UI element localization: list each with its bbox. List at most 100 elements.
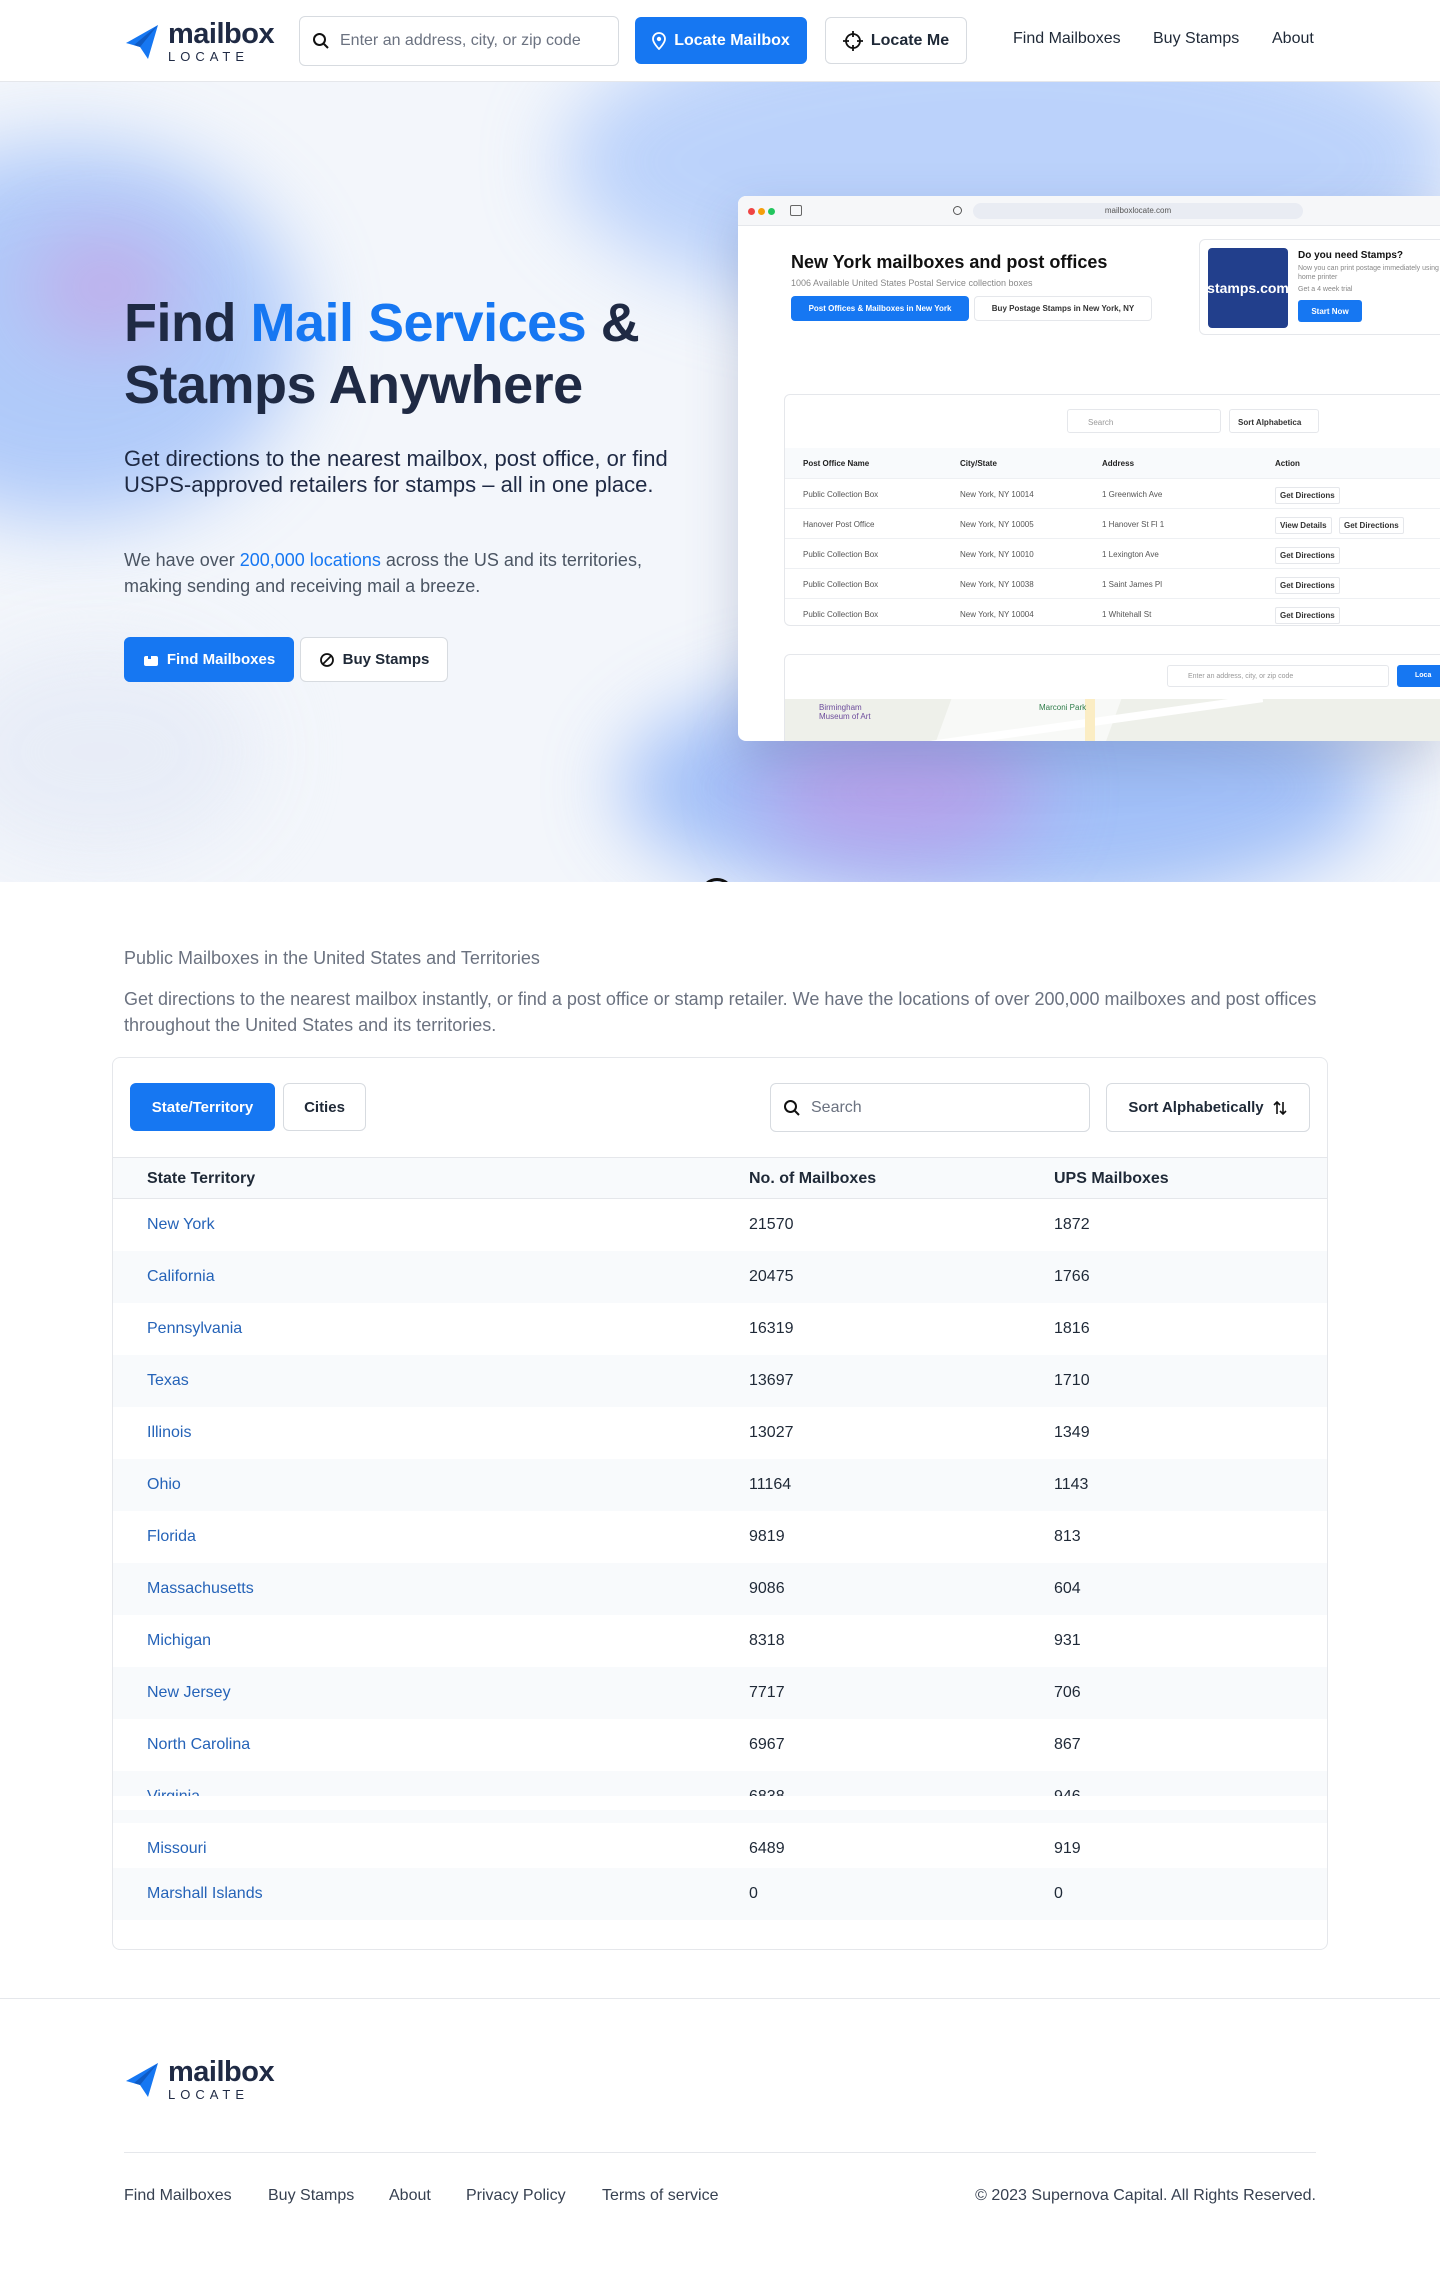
tab-cities[interactable]: Cities (283, 1083, 366, 1131)
hero-find-mailboxes-button[interactable]: Find Mailboxes (124, 637, 294, 682)
state-name[interactable]: Michigan (147, 1632, 211, 1650)
table-search-input[interactable] (811, 1098, 1071, 1117)
section-description: Get directions to the nearest mailbox in… (124, 989, 1317, 1035)
stamp-icon (319, 652, 334, 667)
mock-cell-name: Public Collection Box (803, 580, 879, 589)
mock-promo-title: Do you need Stamps? (1298, 250, 1404, 261)
table-row[interactable]: Texas 13697 1710 (113, 1355, 1327, 1407)
footer-link-privacy[interactable]: Privacy Policy (466, 2187, 566, 2205)
state-name[interactable]: Ohio (147, 1476, 181, 1494)
sort-label: Sort Alphabetically (1128, 1099, 1264, 1116)
mock-subtitle: 1006 Available United States Postal Serv… (791, 278, 1033, 288)
mailbox-count: 13697 (749, 1372, 794, 1389)
ups-count: 867 (1054, 1736, 1081, 1753)
mock-cell-address: 1 Lexington Ave (1102, 550, 1159, 559)
mock-action-button: View Details (1275, 517, 1332, 534)
mock-promo-text: Now you can print postage immediately us… (1298, 265, 1440, 281)
footer-link-find-mailboxes[interactable]: Find Mailboxes (124, 2187, 232, 2205)
copyright: © 2023 Supernova Capital. All Rights Res… (975, 2187, 1316, 2204)
state-name[interactable]: Pennsylvania (147, 1320, 242, 1338)
locate-mailbox-button[interactable]: Locate Mailbox (635, 17, 807, 64)
state-name[interactable]: Massachusetts (147, 1580, 254, 1598)
ups-count: 1816 (1054, 1320, 1090, 1337)
locations-link[interactable]: 200,000 locations (240, 550, 381, 570)
nav-search-input[interactable] (340, 32, 600, 50)
nav-link-about[interactable]: About (1272, 30, 1314, 48)
mock-cell-city: New York, NY 10010 (960, 550, 1034, 559)
mailbox-count: 9819 (749, 1528, 785, 1545)
locate-me-button[interactable]: Locate Me (825, 17, 967, 64)
ups-count: 813 (1054, 1528, 1081, 1545)
mock-table-header: Post Office Name City/State Address Acti… (785, 448, 1440, 478)
ups-count: 706 (1054, 1684, 1081, 1701)
mailbox-count: 21570 (749, 1216, 794, 1233)
search-icon (784, 1099, 800, 1116)
section-label: Public Mailboxes in the United States an… (124, 948, 540, 968)
mailbox-count: 16319 (749, 1320, 794, 1337)
state-name[interactable]: Florida (147, 1528, 196, 1546)
search-icon (313, 33, 329, 49)
logo-text-bottom: LOCATE (168, 2087, 250, 2102)
table-row[interactable]: Michigan 8318 931 (113, 1615, 1327, 1667)
mock-cell-address: 1 Saint James Pl (1102, 580, 1163, 589)
mock-table-row: Public Collection Box New York, NY 10038 1… (785, 568, 1440, 598)
table-row[interactable]: North Carolina 6967 867 (113, 1719, 1327, 1771)
hero-buy-stamps-button[interactable]: Buy Stamps (300, 637, 448, 682)
browser-url: mailboxlocate.com (973, 203, 1303, 219)
table-row[interactable]: California 20475 1766 (113, 1251, 1327, 1303)
state-name[interactable]: Texas (147, 1372, 189, 1390)
app-preview-screenshot: mailboxlocate.com New York mailboxes and… (738, 196, 1440, 741)
footer-link-terms[interactable]: Terms of service (602, 2187, 718, 2205)
table-gap (113, 1796, 1327, 1810)
mock-cell-name: Public Collection Box (803, 490, 879, 499)
ups-count: 1143 (1054, 1476, 1089, 1493)
mock-cell-address: 1 Hanover St Fl 1 (1102, 520, 1165, 529)
logo[interactable]: mailbox LOCATE (124, 18, 275, 63)
table-row[interactable]: Massachusetts 9086 604 (113, 1563, 1327, 1615)
tab-state-territory[interactable]: State/Territory (130, 1083, 275, 1131)
state-name[interactable]: Marshall Islands (147, 1885, 263, 1903)
table-row[interactable]: Illinois 13027 1349 (113, 1407, 1327, 1459)
state-name[interactable]: Illinois (147, 1424, 191, 1442)
hero-title: Find Mail Services & Stamps Anywhere (124, 292, 684, 416)
map-label: Marconi Park (1039, 703, 1087, 712)
nav-link-find-mailboxes[interactable]: Find Mailboxes (1013, 30, 1121, 48)
nav-link-buy-stamps[interactable]: Buy Stamps (1153, 30, 1239, 48)
header-ups: UPS Mailboxes (1054, 1170, 1169, 1187)
table-row[interactable]: Florida 9819 813 (113, 1511, 1327, 1563)
hero-lead: Get directions to the nearest mailbox, p… (124, 446, 668, 497)
mock-table-row: Public Collection Box New York, NY 10004 1… (785, 598, 1440, 628)
window-minimize-dot (758, 208, 765, 215)
table-row[interactable]: Marshall Islands 0 0 (113, 1868, 1327, 1920)
state-name[interactable]: New York (147, 1216, 215, 1234)
table-row[interactable]: Pennsylvania 16319 1816 (113, 1303, 1327, 1355)
window-zoom-dot (768, 208, 775, 215)
table-search-box[interactable] (770, 1083, 1090, 1132)
mock-map-button: Loca (1397, 665, 1440, 687)
mock-cell-name: Hanover Post Office (803, 520, 875, 529)
mock-cell-name: Public Collection Box (803, 550, 879, 559)
crosshair-icon (842, 30, 863, 51)
table-row[interactable]: New Jersey 7717 706 (113, 1667, 1327, 1719)
footer-link-about[interactable]: About (389, 2187, 431, 2205)
state-name[interactable]: North Carolina (147, 1736, 250, 1754)
mock-table-card: Search Sort Alphabetica Post Office Name… (784, 394, 1440, 626)
sort-alphabetically-button[interactable]: Sort Alphabetically (1106, 1083, 1310, 1132)
logo-text-top: mailbox (168, 18, 275, 50)
table-row[interactable]: Ohio 11164 1143 (113, 1459, 1327, 1511)
footer-logo[interactable]: mailbox LOCATE (124, 2058, 275, 2102)
mock-map-search: Enter an address, city, or zip code (1167, 665, 1389, 687)
table-row[interactable]: New York 21570 1872 (113, 1199, 1327, 1251)
state-name[interactable]: New Jersey (147, 1684, 231, 1702)
sort-arrows-icon (1273, 1100, 1287, 1115)
header-mailboxes: No. of Mailboxes (749, 1170, 877, 1187)
mailbox-count: 8318 (749, 1632, 785, 1649)
state-name[interactable]: Missouri (147, 1840, 207, 1858)
footer-link-buy-stamps[interactable]: Buy Stamps (268, 2187, 354, 2205)
mock-promo-note: Get a 4 week trial (1298, 286, 1353, 293)
mock-cell-city: New York, NY 10005 (960, 520, 1034, 529)
mailbox-count: 7717 (749, 1684, 785, 1701)
state-name[interactable]: California (147, 1268, 215, 1286)
nav-search-box[interactable] (299, 16, 619, 66)
mock-cell-address: 1 Greenwich Ave (1102, 490, 1163, 499)
